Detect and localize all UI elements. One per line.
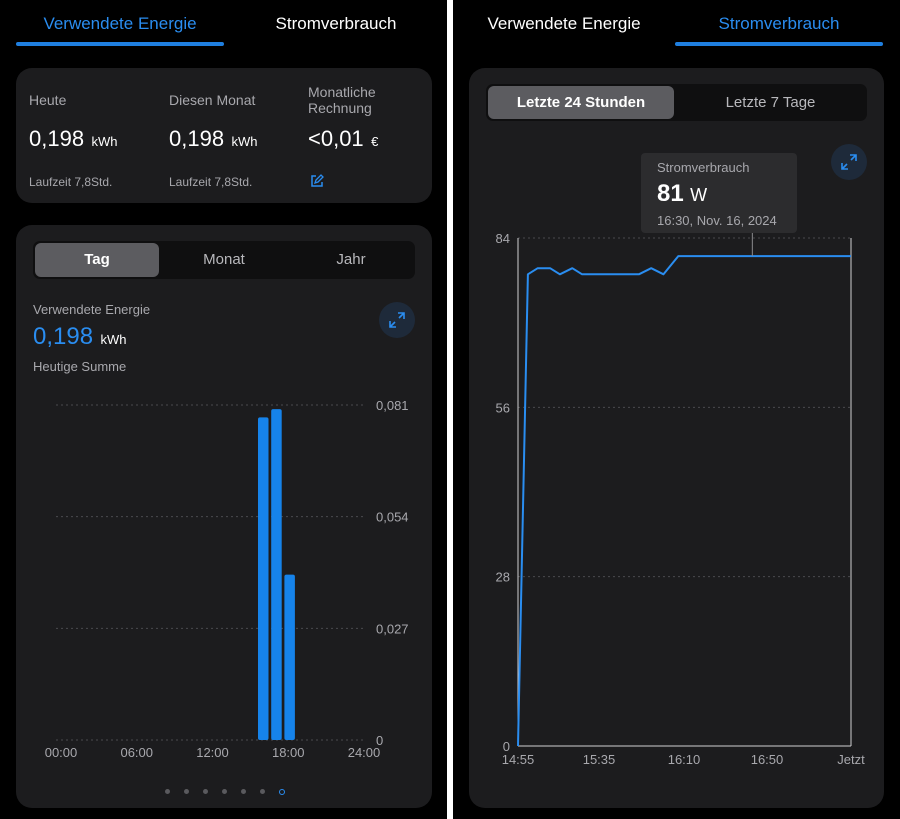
today-runtime: Laufzeit 7,8Std.	[29, 175, 113, 189]
tab-stromverbrauch[interactable]: Stromverbrauch	[675, 12, 883, 36]
energy-panel: Verwendete Energie Stromverbrauch Heute …	[0, 0, 447, 819]
x-tick-label: 12:00	[196, 745, 229, 760]
segment-jahr[interactable]: Jahr	[288, 243, 414, 277]
page-dot[interactable]	[203, 789, 208, 794]
tooltip-title: Stromverbrauch	[657, 160, 750, 175]
x-tick-label: 06:00	[120, 745, 153, 760]
x-tick-label: 24:00	[348, 745, 381, 760]
energy-value: 0,198	[33, 323, 94, 350]
power-panel: Verwendete Energie Stromverbrauch Letzte…	[453, 0, 900, 819]
tooltip-time: 16:30, Nov. 16, 2024	[657, 213, 777, 228]
energy-sub: Heutige Summe	[33, 359, 127, 374]
page-dot[interactable]	[184, 789, 189, 794]
bill-title: Monatliche Rechnung	[308, 84, 376, 116]
period-segmented-control: Tag Monat Jahr	[33, 241, 415, 279]
month-title: Diesen Monat	[169, 92, 256, 108]
y-tick-label: 28	[496, 570, 510, 585]
page-dot[interactable]	[222, 789, 227, 794]
segment-monat[interactable]: Monat	[161, 243, 287, 277]
x-tick-label: 16:10	[668, 752, 701, 767]
y-tick-label: 56	[496, 400, 510, 415]
today-title: Heute	[29, 92, 67, 108]
y-tick-label: 0,027	[376, 621, 409, 636]
x-tick-label: 00:00	[45, 745, 78, 760]
tooltip-unit: W	[690, 185, 708, 205]
tooltip-value-group: 81 W	[657, 180, 707, 208]
month-value: 0,198	[169, 126, 225, 151]
tooltip-value: 81	[657, 180, 684, 207]
tab-verwendete-energie[interactable]: Verwendete Energie	[453, 12, 675, 36]
page-dot[interactable]	[241, 789, 246, 794]
today-value: 0,198	[29, 126, 85, 151]
active-tab-indicator	[675, 42, 883, 46]
y-tick-label: 0,081	[376, 398, 409, 413]
month-runtime: Laufzeit 7,8Std.	[169, 175, 253, 189]
today-value-group: 0,198 kWh	[29, 126, 118, 152]
page-indicator[interactable]	[16, 788, 432, 796]
y-tick-label: 0,054	[376, 510, 409, 525]
energy-bar-chart: 0,0810,0540,027000:00 06:00 12:00 18:00 24:0…	[45, 398, 409, 760]
expand-chart-button[interactable]	[379, 302, 415, 338]
energy-unit: kWh	[100, 332, 127, 347]
bill-value-group: <0,01 €	[308, 126, 378, 152]
expand-icon	[389, 312, 405, 328]
edit-icon[interactable]	[310, 174, 324, 188]
tab-verwendete-energie[interactable]: Verwendete Energie	[16, 12, 224, 36]
month-value-group: 0,198 kWh	[169, 126, 258, 152]
x-tick-label: 14:55	[502, 752, 535, 767]
active-tab-indicator	[16, 42, 224, 46]
page-dot[interactable]	[165, 789, 170, 794]
bill-unit: €	[371, 134, 379, 149]
bill-value: <0,01	[308, 126, 364, 151]
x-tick-label: 15:35	[583, 752, 616, 767]
today-unit: kWh	[91, 134, 118, 149]
energy-chart-card: Tag Monat Jahr Verwendete Energie 0,198 …	[16, 225, 432, 808]
bar	[284, 574, 295, 740]
power-chart-card: Letzte 24 Stunden Letzte 7 Tage 84 56 28 0 1…	[469, 68, 884, 808]
energy-label: Verwendete Energie	[33, 302, 151, 317]
summary-card: Heute 0,198 kWh Laufzeit 7,8Std. Diesen …	[16, 68, 432, 203]
bar	[258, 417, 269, 740]
y-tick-label: 84	[496, 231, 510, 246]
series-line	[517, 255, 851, 747]
page-dot[interactable]	[260, 789, 265, 794]
energy-value-group: 0,198 kWh	[33, 323, 127, 351]
page-dot-active[interactable]	[279, 789, 285, 795]
segment-tag[interactable]: Tag	[35, 243, 159, 277]
x-tick-label: Jetzt	[837, 752, 865, 767]
x-tick-label: 18:00	[272, 745, 305, 760]
chart-tooltip: Stromverbrauch 81 W 16:30, Nov. 16, 2024	[641, 153, 797, 233]
month-unit: kWh	[231, 134, 258, 149]
tab-stromverbrauch[interactable]: Stromverbrauch	[232, 12, 440, 36]
x-tick-label: 16:50	[751, 752, 784, 767]
bar	[271, 409, 282, 740]
